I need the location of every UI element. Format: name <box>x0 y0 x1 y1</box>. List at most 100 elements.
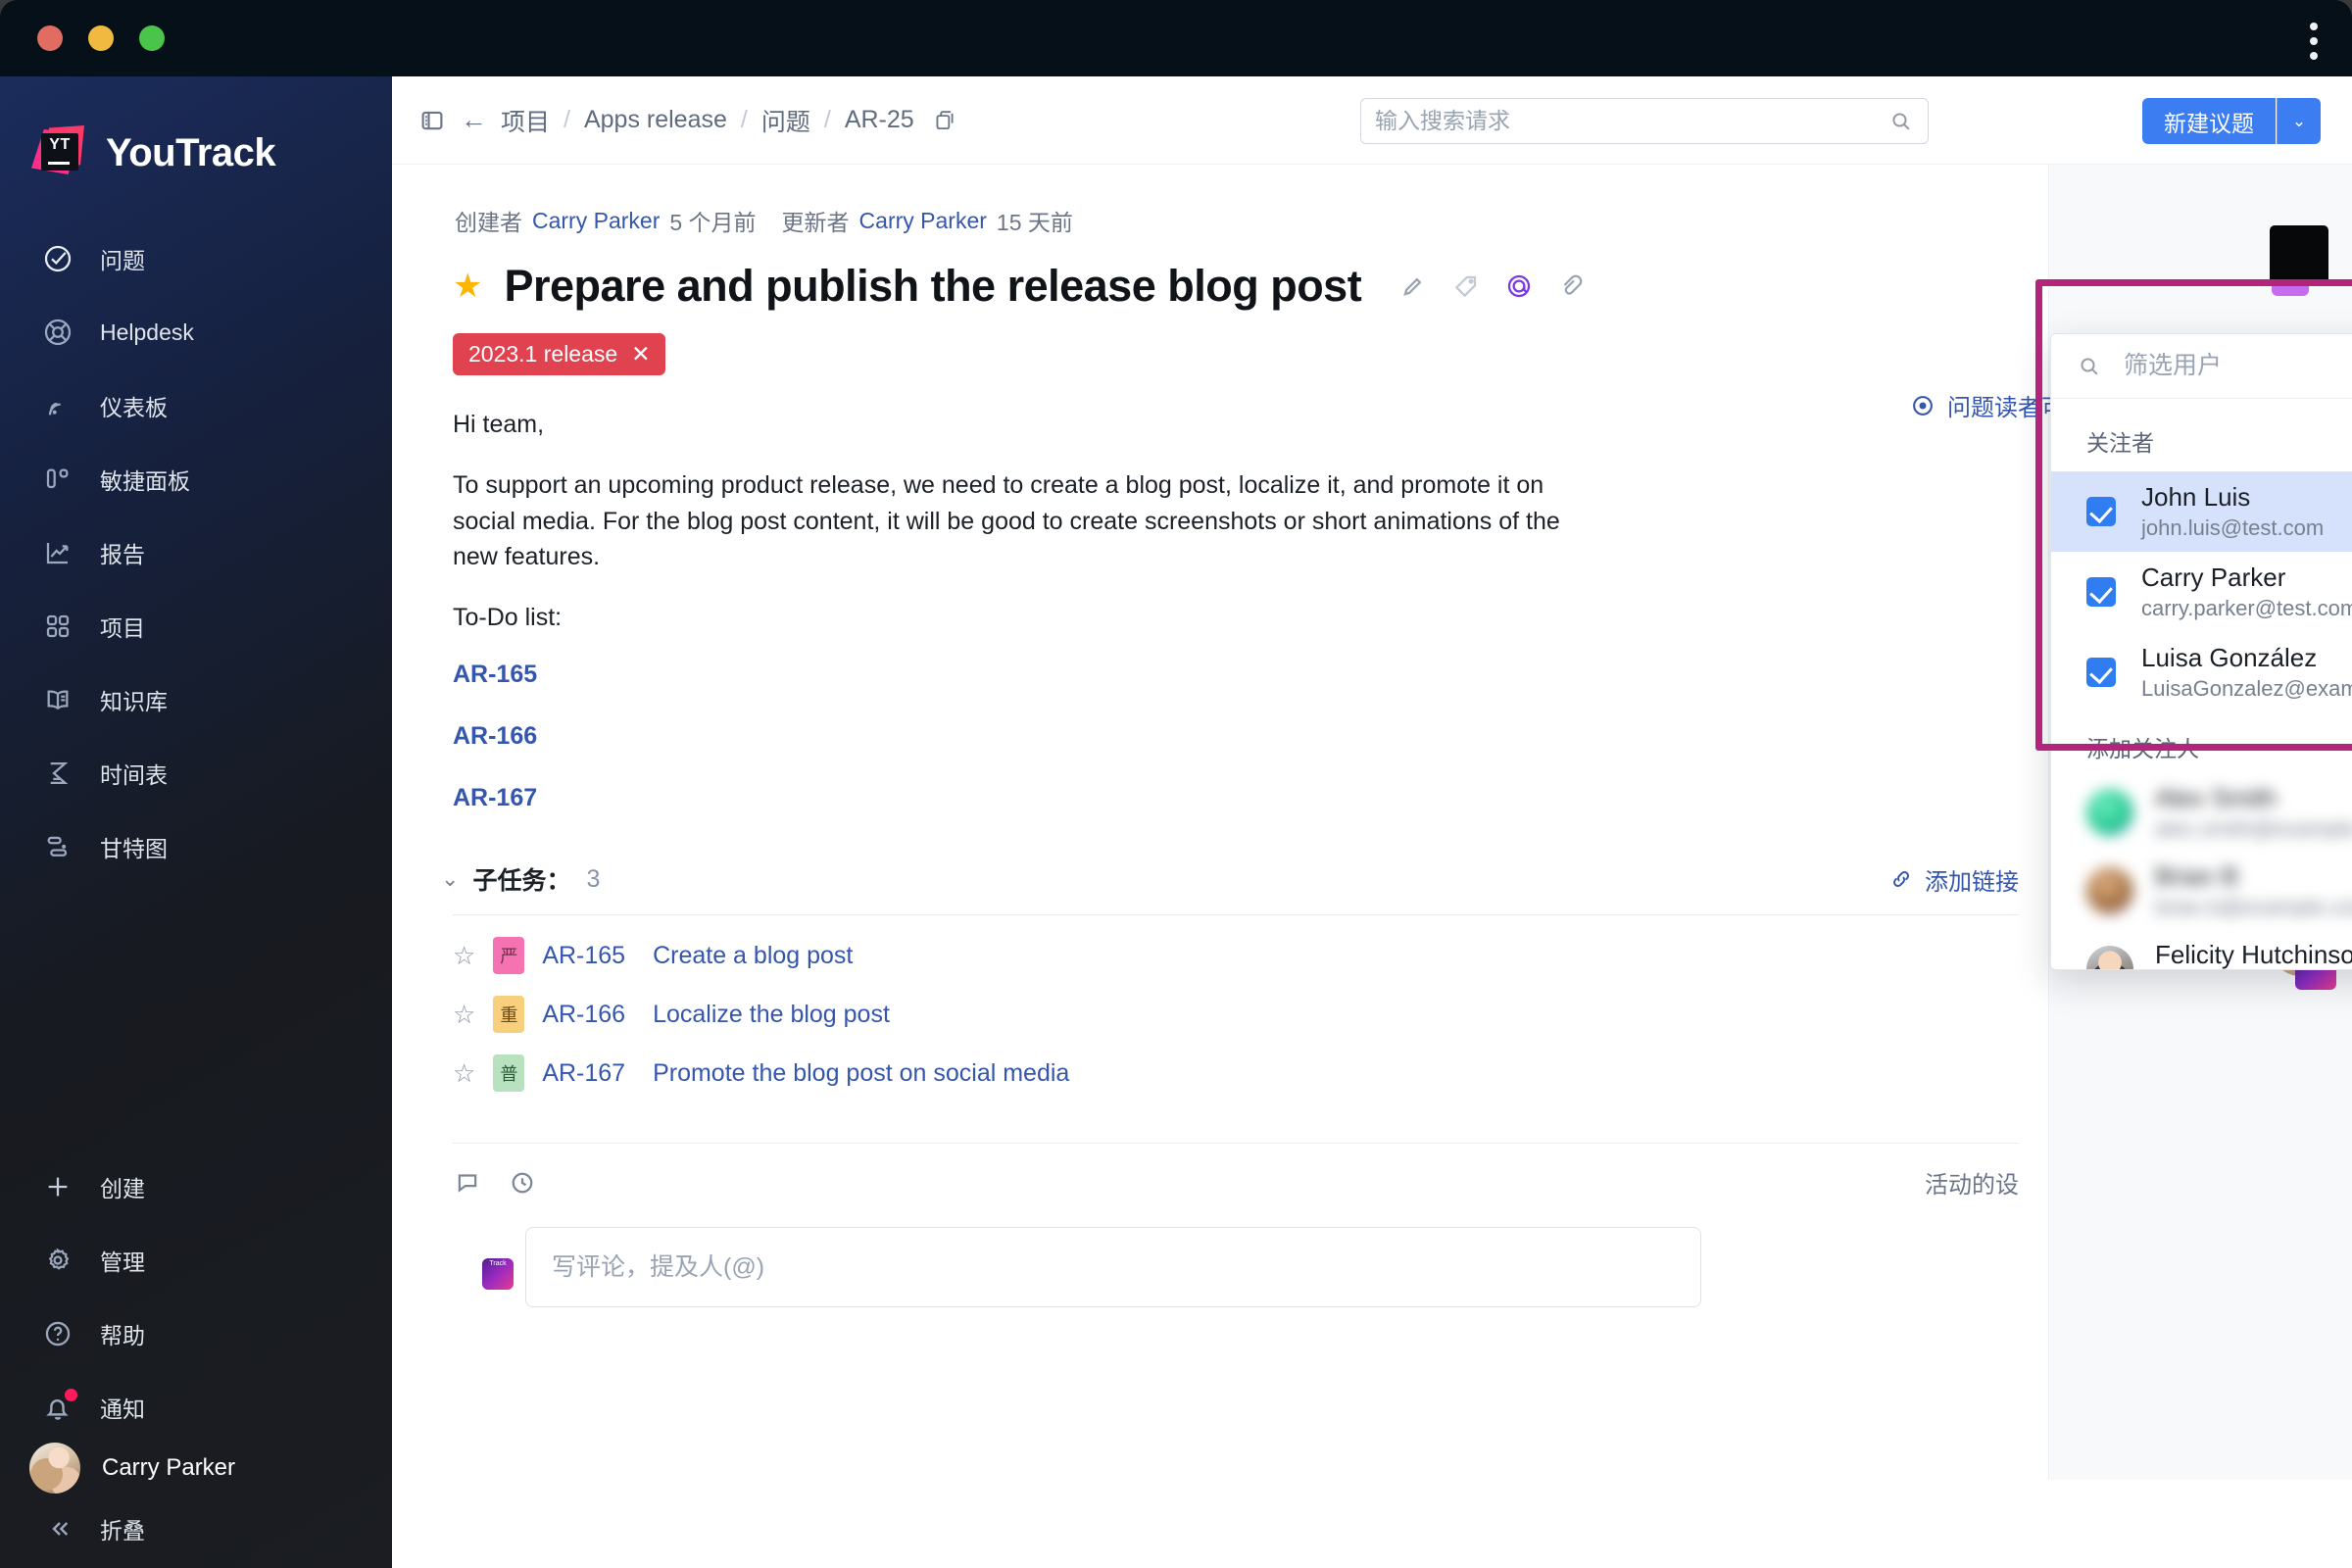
close-window-button[interactable] <box>37 25 63 51</box>
avatar <box>2086 946 2133 969</box>
table-row[interactable]: ☆ 重 AR-166 Localize the blog post <box>392 974 2352 1034</box>
search-input[interactable] <box>1375 108 1888 134</box>
pencil-icon[interactable] <box>1398 271 1428 301</box>
breadcrumb-item-issues[interactable]: 问题 <box>761 103 810 138</box>
avatar <box>2086 867 2133 914</box>
star-filled-icon[interactable]: ★ <box>453 270 482 303</box>
star-outline-icon[interactable]: ☆ <box>453 1060 475 1086</box>
add-link-label: 添加链接 <box>1925 868 2019 896</box>
comment-input[interactable] <box>552 1252 1675 1282</box>
sidebar-item-administration[interactable]: 管理 <box>0 1235 392 1286</box>
link-icon <box>1888 866 1914 892</box>
list-item[interactable]: Brian B brian.b@example.com brian.b@exam… <box>2051 852 2352 930</box>
breadcrumb-item-projects[interactable]: 项目 <box>501 103 550 138</box>
search-bar[interactable] <box>1360 98 1929 144</box>
sidebar-item-gantt-charts[interactable]: 甘特图 <box>0 821 392 872</box>
table-row[interactable]: ☆ 普 AR-167 Promote the blog post on soci… <box>392 1033 2352 1093</box>
attachment-icon[interactable] <box>1557 271 1587 301</box>
breadcrumb-item-issue-id[interactable]: AR-25 <box>845 106 914 134</box>
activity-filter-label[interactable]: 活动的设 <box>1925 1165 2019 1200</box>
panel-toggle-icon[interactable] <box>417 106 447 135</box>
updated-prefix: 更新者 <box>781 210 850 235</box>
updated-when: 15 天前 <box>996 210 1073 235</box>
lifebuoy-icon <box>41 316 74 349</box>
sidebar-item-notifications[interactable]: 通知 <box>0 1382 392 1433</box>
watchers-filter-input[interactable] <box>2124 352 2352 380</box>
sidebar-item-projects[interactable]: 项目 <box>0 601 392 652</box>
new-issue-dropdown-button[interactable]: ⌄ <box>2277 98 2321 144</box>
brand-logo-block[interactable]: YT YouTrack <box>0 76 392 180</box>
created-by-link[interactable]: Carry Parker <box>532 208 660 233</box>
watcher-checkbox[interactable] <box>2086 658 2116 687</box>
breadcrumb-item-project[interactable]: Apps release <box>584 106 727 134</box>
sidebar-item-helpdesk[interactable]: Helpdesk <box>0 307 392 358</box>
comment-bubble-icon[interactable] <box>453 1168 482 1198</box>
subtask-summary[interactable]: Create a blog post <box>653 942 853 970</box>
search-icon[interactable] <box>1888 109 1914 134</box>
sidebar-user-profile[interactable]: Carry Parker <box>0 1433 392 1503</box>
list-item[interactable]: Alex Smith alex.smith@example.com Alex.S… <box>2051 773 2352 852</box>
at-mention-icon[interactable] <box>1504 271 1534 301</box>
avatar <box>2086 789 2133 836</box>
description-issue-link[interactable]: AR-166 <box>453 722 1607 751</box>
list-item[interactable]: John Luis john.luis@test.com John.Luis <box>2051 471 2352 552</box>
watcher-checkbox[interactable] <box>2086 497 2116 526</box>
gantt-chart-icon <box>41 830 74 863</box>
kebab-menu-icon[interactable] <box>2297 22 2330 61</box>
new-issue-button[interactable]: 新建议题 <box>2142 98 2276 144</box>
sidebar-item-label: 报告 <box>100 542 145 567</box>
sidebar-item-timesheets[interactable]: 时间表 <box>0 748 392 799</box>
description-issue-link[interactable]: AR-167 <box>453 784 1607 812</box>
tag-icon[interactable] <box>1451 271 1481 301</box>
sidebar-item-label: Helpdesk <box>100 318 194 345</box>
arrow-left-icon[interactable]: ← <box>461 107 487 133</box>
watchers-filter-row[interactable] <box>2051 334 2352 399</box>
sidebar-item-reports[interactable]: 报告 <box>0 527 392 578</box>
clock-icon[interactable] <box>508 1168 537 1198</box>
logo-text: YT <box>49 136 71 153</box>
sidebar-item-knowledge-base[interactable]: 知识库 <box>0 674 392 725</box>
list-item[interactable]: Luisa González LuisaGonzalez@example.com… <box>2051 632 2352 712</box>
maximize-window-button[interactable] <box>139 25 165 51</box>
grid-squares-icon <box>41 610 74 643</box>
list-item[interactable]: Carry Parker carry.parker@test.com Carry… <box>2051 552 2352 632</box>
status-badge[interactable]: 2023.1 release ✕ <box>453 333 666 375</box>
sidebar-item-create[interactable]: 创建 <box>0 1161 392 1212</box>
subtask-summary[interactable]: Promote the blog post on social media <box>653 1059 1069 1088</box>
comment-input-wrapper[interactable] <box>525 1227 1701 1308</box>
sidebar-item-help[interactable]: 帮助 <box>0 1308 392 1359</box>
sidebar-item-agile-boards[interactable]: 敏捷面板 <box>0 454 392 505</box>
sidebar-collapse-label: 折叠 <box>100 1518 145 1544</box>
watchers-group-header: 关注者 <box>2086 430 2154 456</box>
copy-icon[interactable] <box>932 108 957 133</box>
app-window: YT YouTrack 问题 Helpdesk 仪表板 敏捷面板 报告 项目 知… <box>0 0 2352 1568</box>
subtask-summary[interactable]: Localize the blog post <box>653 1001 890 1029</box>
sidebar-item-issues[interactable]: 问题 <box>0 233 392 284</box>
notification-badge <box>65 1389 77 1401</box>
watcher-name: John Luis <box>2141 482 2251 512</box>
subtask-id[interactable]: AR-166 <box>542 1001 625 1029</box>
sidebar-item-label: 创建 <box>100 1176 145 1201</box>
updated-by-link[interactable]: Carry Parker <box>859 208 987 233</box>
list-item[interactable]: Felicity Hutchinson FelicityHutchinson@e… <box>2051 930 2352 969</box>
star-outline-icon[interactable]: ☆ <box>453 943 475 968</box>
subtasks-count: 3 <box>586 864 601 893</box>
star-outline-icon[interactable]: ☆ <box>453 1002 475 1027</box>
breadcrumb: ← 项目 / Apps release / 问题 / AR-25 <box>392 103 957 138</box>
add-link-button[interactable]: 添加链接 <box>1888 862 2019 897</box>
chevron-double-left-icon <box>41 1512 74 1545</box>
main-area: Track ← 项目 / Apps release / 问题 / AR-25 新… <box>392 76 2352 1568</box>
add-watchers-group-header: 添加关注人 <box>2086 736 2199 761</box>
subtask-id[interactable]: AR-165 <box>542 942 625 970</box>
chevron-down-icon[interactable]: ⌄ <box>441 866 459 892</box>
chevron-down-icon: ⌄ <box>2291 111 2307 130</box>
subtask-id[interactable]: AR-167 <box>542 1059 625 1088</box>
sidebar-collapse-button[interactable]: 折叠 <box>0 1503 392 1554</box>
sidebar-item-dashboard[interactable]: 仪表板 <box>0 380 392 431</box>
description-issue-link[interactable]: AR-165 <box>453 661 1607 689</box>
close-icon[interactable]: ✕ <box>631 341 650 368</box>
watcher-checkbox[interactable] <box>2086 577 2116 607</box>
watcher-name: Carry Parker <box>2141 563 2286 592</box>
minimize-window-button[interactable] <box>88 25 114 51</box>
sidebar-item-label: 帮助 <box>100 1323 145 1348</box>
